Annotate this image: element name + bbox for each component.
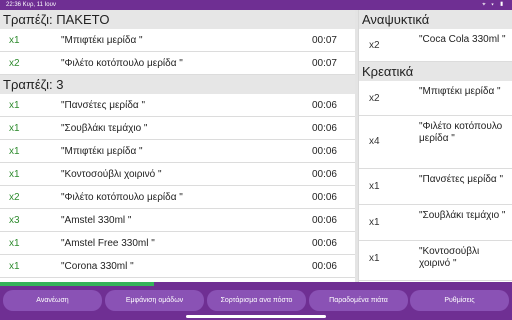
order-elapsed-time: 00:06 (311, 169, 337, 180)
order-elapsed-time: 00:06 (311, 146, 337, 157)
category-title: Κρεατικά (359, 62, 512, 81)
order-row[interactable]: x1 "Σουβλάκι τεμάχιο " 00:06 (0, 117, 355, 140)
order-row[interactable]: x1 "Corona 330ml " 00:06 (0, 255, 355, 278)
order-item-name: "Σουβλάκι τεμάχιο " (61, 123, 148, 134)
status-time: 22:36 Κυρ, 11 Ιουν (6, 2, 56, 8)
table-section-paketo: Τραπέζι: ΠΑΚΕΤΟ x1 "Μπιφτέκι μερίδα " 00… (0, 10, 355, 75)
order-quantity: x1 (9, 35, 20, 46)
order-quantity: x2 (9, 58, 20, 69)
order-item-name: "Μπιφτέκι μερίδα " (61, 35, 143, 46)
order-item-name: "Amstel Free 330ml " (61, 238, 155, 249)
order-quantity: x2 (9, 192, 20, 203)
category-item-name: "Σουβλάκι τεμάχιο " (419, 210, 506, 221)
category-section-drinks: Αναψυκτικά x2 "Coca Cola 330ml " (359, 10, 512, 62)
table-section-title: Τραπέζι: 3 (0, 75, 355, 94)
order-elapsed-time: 00:06 (311, 192, 337, 203)
order-elapsed-time: 00:06 (311, 100, 337, 111)
order-elapsed-time: 00:06 (311, 215, 337, 226)
status-bar: 22:36 Κυρ, 11 Ιουν ⌖ ▾ ▮ (0, 0, 512, 10)
order-row[interactable]: x1 "Amstel Free 330ml " 00:06 (0, 232, 355, 255)
category-title: Αναψυκτικά (359, 10, 512, 29)
tables-column: Τραπέζι: ΠΑΚΕΤΟ x1 "Μπιφτέκι μερίδα " 00… (0, 10, 355, 282)
category-quantity: x2 (369, 40, 380, 51)
delivered-dishes-button[interactable]: Παραδομένα πιάτα (309, 290, 408, 311)
home-indicator[interactable] (186, 315, 326, 318)
category-item-name: "Πανσέτες μερίδα " (419, 174, 503, 185)
system-status-icons: ⌖ ▾ ▮ (482, 2, 506, 8)
category-row[interactable]: x1 "Πανσέτες μερίδα " (359, 169, 512, 205)
order-item-name: "Amstel 330ml " (61, 215, 132, 226)
category-row[interactable]: x2 "Coca Cola 330ml " (359, 29, 512, 62)
refresh-button[interactable]: Ανανέωση (3, 290, 102, 311)
table-section-title: Τραπέζι: ΠΑΚΕΤΟ (0, 10, 355, 29)
order-elapsed-time: 00:06 (311, 123, 337, 134)
order-row[interactable]: x2 "Φιλέτο κοτόπουλο μερίδα " 00:06 (0, 186, 355, 209)
order-row[interactable]: x3 "Amstel 330ml " 00:06 (0, 209, 355, 232)
categories-column: Αναψυκτικά x2 "Coca Cola 330ml " Κρεατικ… (358, 10, 512, 282)
order-row[interactable]: x1 "Μπιφτέκι μερίδα " 00:06 (0, 140, 355, 163)
category-item-name: "Μπιφτέκι μερίδα " (419, 86, 501, 97)
settings-button[interactable]: Ρυθμίσεις (410, 290, 509, 311)
show-groups-button[interactable]: Εμφάνιση ομάδων (105, 290, 204, 311)
order-elapsed-time: 00:06 (311, 238, 337, 249)
category-quantity: x1 (369, 181, 380, 192)
category-quantity: x1 (369, 253, 380, 264)
order-item-name: "Μπιφτέκι μερίδα " (61, 146, 143, 157)
category-row[interactable]: x2 "Μπιφτέκι μερίδα " (359, 81, 512, 116)
category-quantity: x4 (369, 136, 380, 147)
order-row[interactable]: x1 "Μπιφτέκι μερίδα " 00:07 (0, 29, 355, 52)
category-row[interactable]: x1 "Σουβλάκι τεμάχιο " (359, 205, 512, 241)
order-quantity: x3 (9, 215, 20, 226)
order-item-name: "Φιλέτο κοτόπουλο μερίδα " (61, 192, 183, 203)
category-item-name: "Coca Cola 330ml " (419, 34, 506, 45)
category-item-name: "Φιλέτο κοτόπουλο μερίδα " (419, 121, 503, 144)
order-quantity: x1 (9, 261, 20, 272)
order-quantity: x1 (9, 146, 20, 157)
order-row[interactable]: x1 "Πανσέτες μερίδα " 00:06 (0, 94, 355, 117)
order-elapsed-time: 00:06 (311, 261, 337, 272)
category-row[interactable]: x4 "Φιλέτο κοτόπουλο μερίδα " (359, 116, 512, 169)
order-quantity: x1 (9, 238, 20, 249)
table-section-3: Τραπέζι: 3 x1 "Πανσέτες μερίδα " 00:06 x… (0, 75, 355, 278)
order-elapsed-time: 00:07 (311, 58, 337, 69)
orders-panel: Τραπέζι: ΠΑΚΕΤΟ x1 "Μπιφτέκι μερίδα " 00… (0, 10, 512, 282)
order-quantity: x1 (9, 169, 20, 180)
category-quantity: x1 (369, 217, 380, 228)
order-item-name: "Φιλέτο κοτόπουλο μερίδα " (61, 58, 183, 69)
order-item-name: "Κοντοσούβλι χοιρινό " (61, 169, 162, 180)
order-row[interactable]: x2 "Φιλέτο κοτόπουλο μερίδα " 00:07 (0, 52, 355, 75)
order-quantity: x1 (9, 123, 20, 134)
category-item-name: "Κοντοσούβλι χοιρινό " (419, 246, 480, 269)
order-elapsed-time: 00:07 (311, 35, 337, 46)
order-item-name: "Corona 330ml " (61, 261, 134, 272)
order-quantity: x1 (9, 100, 20, 111)
bottom-toolbar: Ανανέωση Εμφάνιση ομάδων Σορτάρισμα ανα … (0, 282, 512, 320)
order-row[interactable]: x1 "Κοντοσούβλι χοιρινό " 00:06 (0, 163, 355, 186)
sort-by-station-button[interactable]: Σορτάρισμα ανα πόστο (207, 290, 306, 311)
order-item-name: "Πανσέτες μερίδα " (61, 100, 145, 111)
category-section-meats: Κρεατικά x2 "Μπιφτέκι μερίδα " x4 "Φιλέτ… (359, 62, 512, 281)
progress-bar (0, 282, 154, 286)
category-quantity: x2 (369, 93, 380, 104)
category-row[interactable]: x1 "Κοντοσούβλι χοιρινό " (359, 241, 512, 281)
